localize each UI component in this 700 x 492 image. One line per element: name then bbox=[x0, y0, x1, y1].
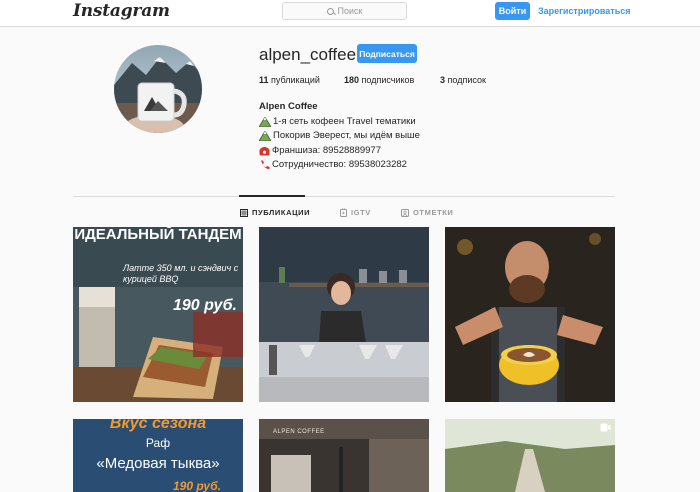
post-headline: Вкус сезона bbox=[109, 419, 207, 432]
post-image bbox=[259, 227, 429, 402]
post-thumbnail[interactable] bbox=[445, 227, 615, 402]
profile-username: alpen_coffee bbox=[259, 45, 357, 64]
bio-line: 1-я сеть кофеен Travel тематики bbox=[259, 115, 420, 130]
bio-line: Покорив Эверест, мы идём выше bbox=[259, 129, 420, 144]
bio-text: Франшиза: 89528889977 bbox=[272, 144, 381, 156]
tab-posts[interactable]: ПУБЛИКАЦИИ bbox=[240, 208, 310, 217]
bio-text: 1-я сеть кофеен Travel тематики bbox=[273, 115, 416, 127]
follow-button[interactable]: Подписаться bbox=[357, 44, 417, 63]
post-price: 190 руб. bbox=[173, 479, 221, 492]
bio-line: Сотрудничество: 89538023282 bbox=[259, 158, 420, 173]
bio-text: Сотрудничество: 89538023282 bbox=[272, 159, 407, 170]
post-thumbnail[interactable]: ИДЕАЛЬНЫЙ ТАНДЕМ Латте 350 мл. и сэндвич… bbox=[73, 227, 243, 402]
post-thumbnail[interactable]: ALPEN COFFEE bbox=[259, 419, 429, 492]
following-label: подписок bbox=[447, 75, 486, 85]
mountain-icon bbox=[259, 131, 271, 142]
active-tab-indicator bbox=[239, 195, 305, 197]
signup-link[interactable]: Зарегистрироваться bbox=[538, 6, 630, 16]
login-button[interactable]: Войти bbox=[495, 2, 530, 20]
following-count: 3 bbox=[440, 75, 446, 85]
post-name: «Медовая тыква» bbox=[96, 455, 220, 472]
post-image bbox=[445, 419, 615, 492]
bio-text: Покорив Эверест, мы идём выше bbox=[273, 130, 420, 141]
post-subtitle: Раф bbox=[145, 436, 171, 450]
tab-label: ПУБЛИКАЦИИ bbox=[252, 208, 311, 217]
posts-count: 11 bbox=[259, 75, 269, 85]
post-image bbox=[445, 227, 615, 402]
bio-name: Alpen Coffee bbox=[259, 101, 318, 112]
post-thumbnail[interactable]: Вкус сезона Раф «Медовая тыква» 190 руб. bbox=[73, 419, 243, 492]
posts-count-stat: 11 публикаций bbox=[259, 75, 320, 85]
tagged-icon bbox=[401, 208, 409, 217]
tabs-divider bbox=[73, 196, 615, 197]
search-input[interactable]: Поиск bbox=[282, 2, 407, 20]
following-stat[interactable]: 3 подписок bbox=[440, 75, 486, 85]
post-thumbnail[interactable] bbox=[259, 227, 429, 402]
post-headline: ИДЕАЛЬНЫЙ ТАНДЕМ bbox=[74, 227, 242, 243]
posts-label: публикаций bbox=[271, 75, 320, 85]
profile-avatar[interactable] bbox=[114, 45, 202, 133]
tab-label: ОТМЕТКИ bbox=[413, 208, 454, 217]
followers-label: подписчиков bbox=[361, 75, 415, 85]
telephone-icon bbox=[259, 146, 270, 156]
search-icon bbox=[326, 7, 334, 15]
followers-count: 180 bbox=[344, 75, 360, 85]
post-text: Латте 350 мл. и сэндвич с курицей BBQ bbox=[123, 263, 239, 284]
followers-stat[interactable]: 180 подписчиков bbox=[344, 75, 414, 85]
video-icon bbox=[600, 423, 611, 432]
top-navigation-bar: Instagram Поиск Войти Зарегистрироваться bbox=[0, 0, 700, 27]
grid-icon bbox=[240, 208, 248, 217]
profile-bio: Alpen Coffee 1-я сеть кофеен Travel тема… bbox=[259, 100, 420, 173]
tab-tagged[interactable]: ОТМЕТКИ bbox=[401, 208, 453, 217]
mountain-icon bbox=[259, 116, 271, 127]
search-placeholder: Поиск bbox=[337, 6, 363, 16]
bio-line: Франшиза: 89528889977 bbox=[259, 144, 420, 159]
tv-icon bbox=[340, 208, 347, 217]
post-price: 190 руб. bbox=[173, 297, 237, 314]
tab-label: IGTV bbox=[351, 208, 371, 217]
phone-receiver-icon bbox=[261, 160, 270, 170]
instagram-logo[interactable]: Instagram bbox=[73, 1, 170, 21]
post-sign: ALPEN COFFEE bbox=[273, 429, 325, 435]
post-thumbnail[interactable] bbox=[445, 419, 615, 492]
tab-igtv[interactable]: IGTV bbox=[340, 208, 371, 217]
